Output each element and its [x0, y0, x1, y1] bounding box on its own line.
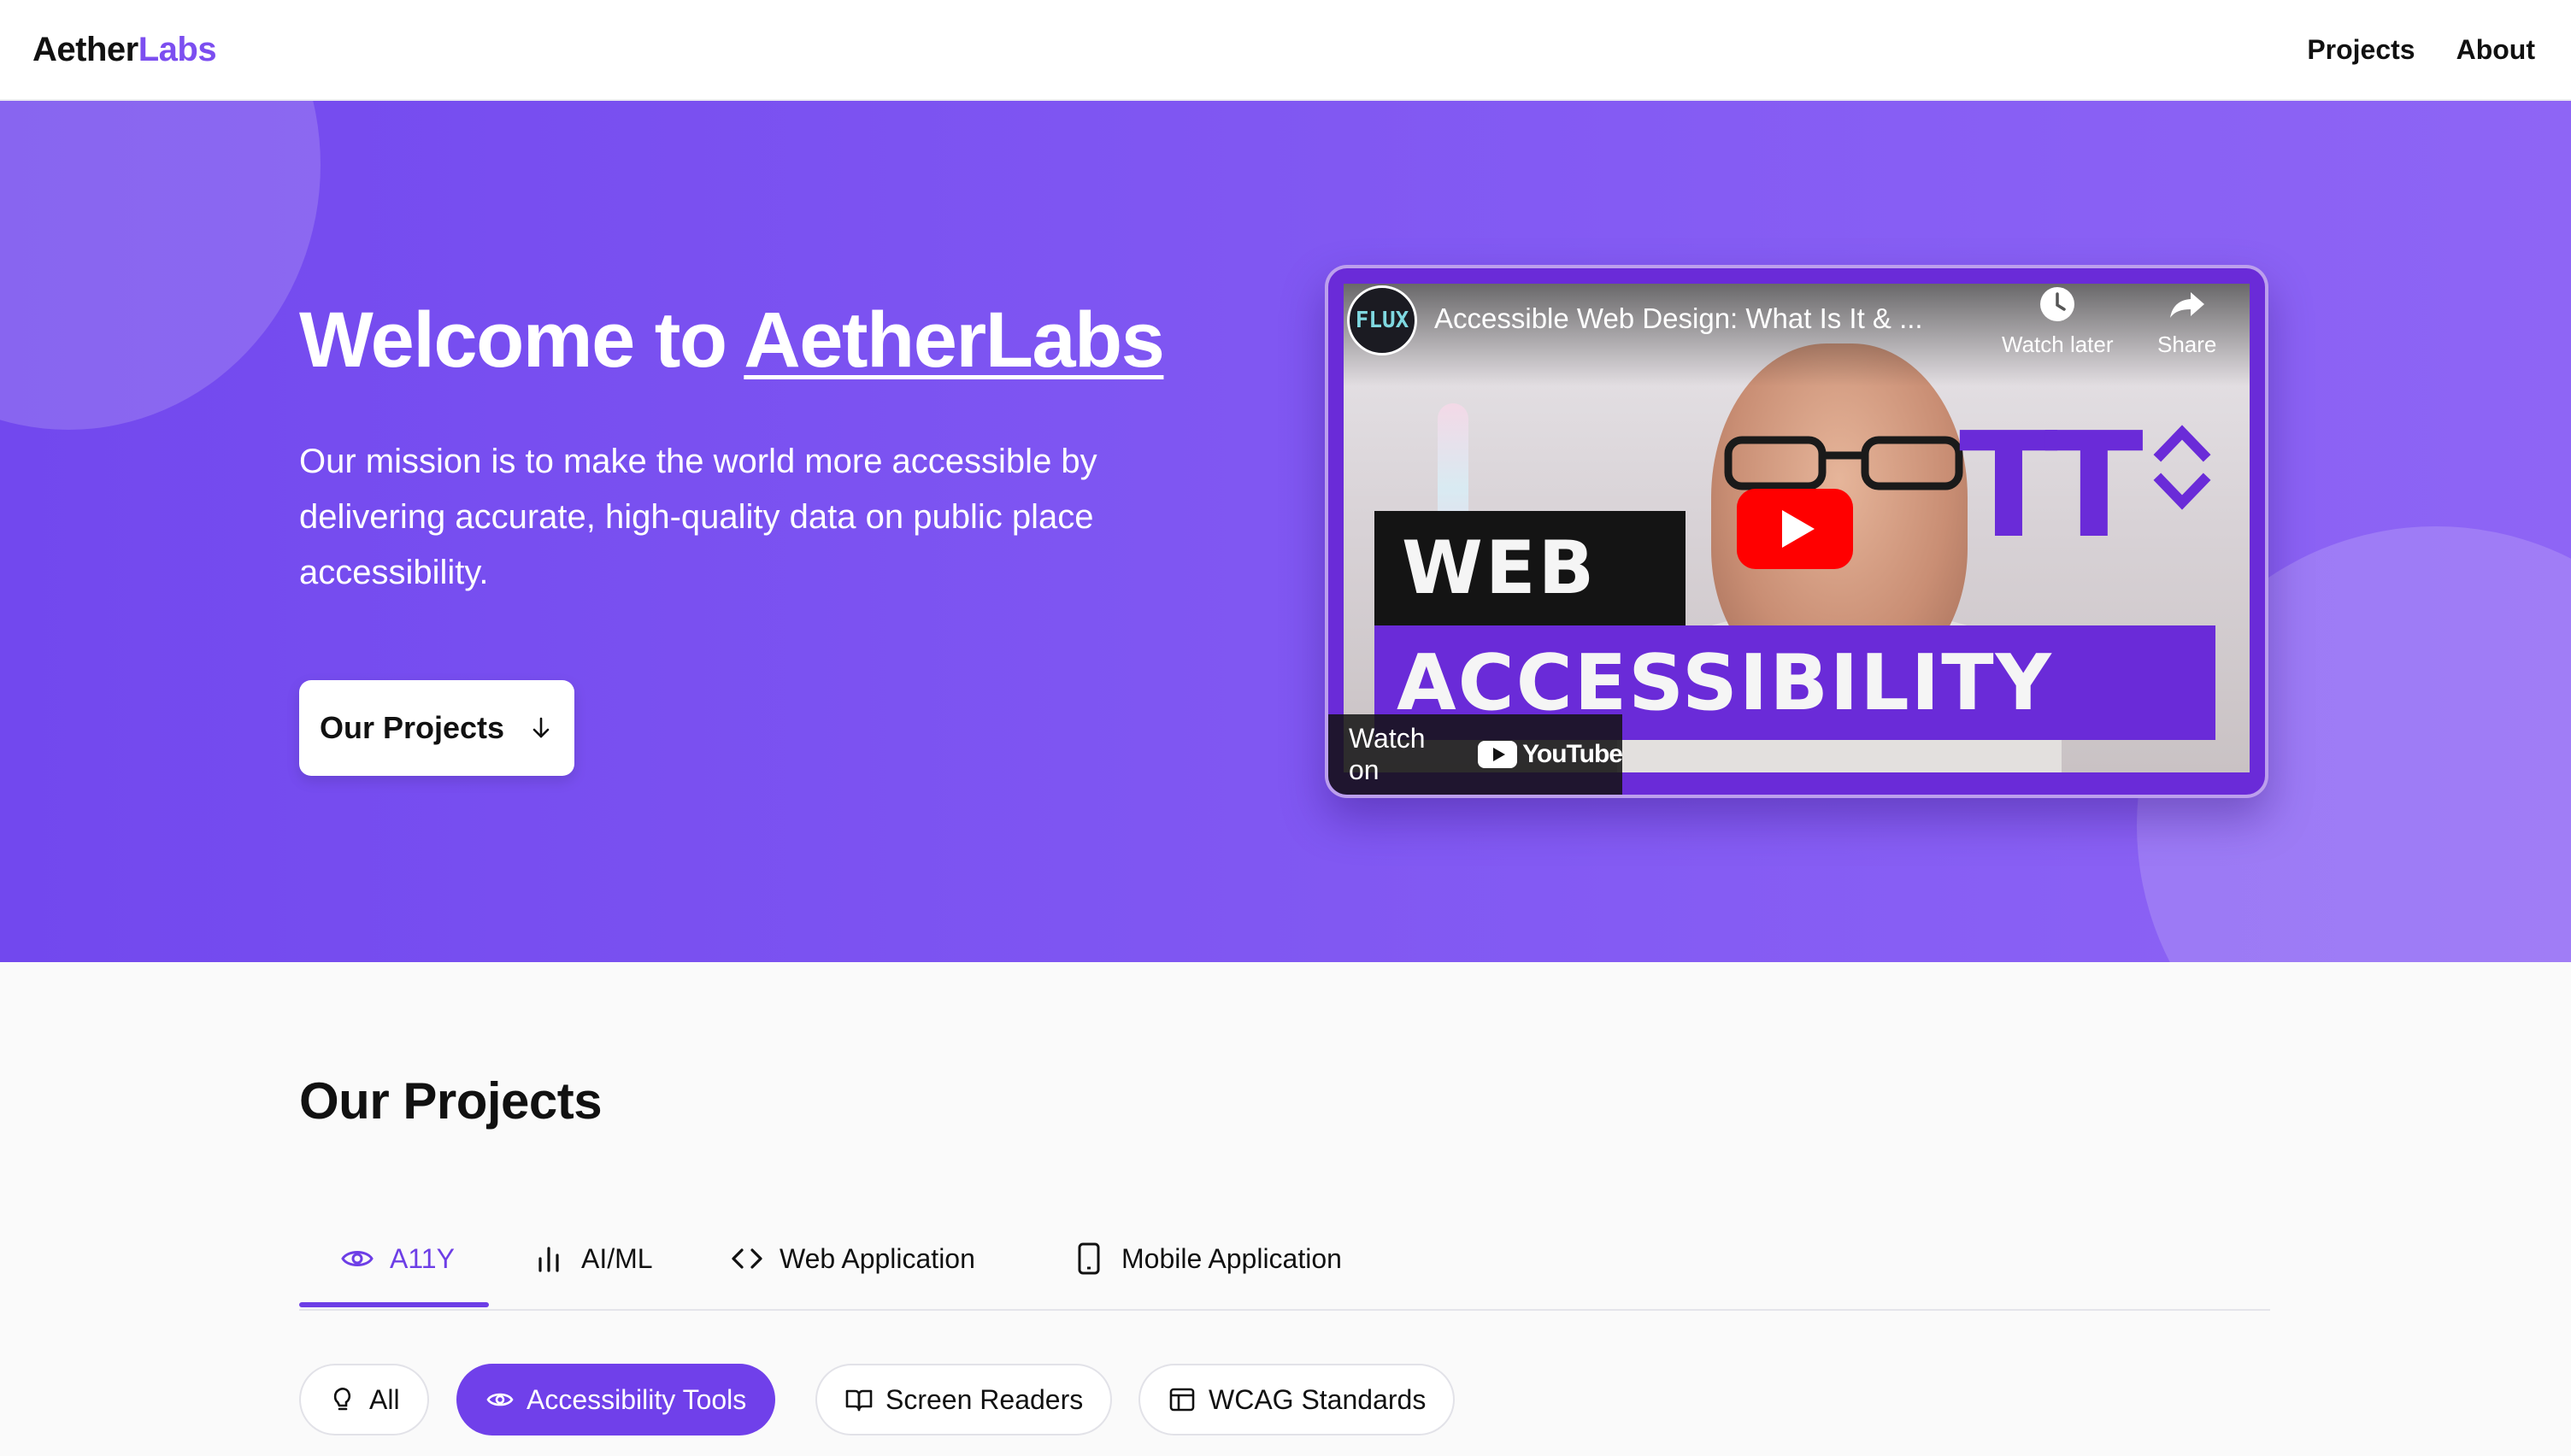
up-down-chevron-icon — [2153, 425, 2211, 510]
tab-web-application[interactable]: Web Application — [730, 1208, 975, 1309]
filter-label: Screen Readers — [885, 1383, 1084, 1415]
logo-text-labs: Labs — [138, 30, 217, 68]
watch-later-label: Watch later — [2002, 332, 2114, 357]
watch-later-button[interactable]: Watch later — [2002, 284, 2114, 358]
clock-icon — [2040, 287, 2075, 321]
tab-label: AI/ML — [581, 1242, 653, 1274]
filter-all[interactable]: All — [299, 1364, 429, 1435]
tab-label: Mobile Application — [1121, 1242, 1342, 1274]
nav-link-projects[interactable]: Projects — [2307, 34, 2415, 66]
our-projects-button[interactable]: Our Projects — [299, 680, 574, 776]
book-open-icon — [845, 1389, 873, 1412]
logo[interactable]: AetherLabs — [32, 30, 217, 69]
video-thumbnail[interactable]: TT WEB ACCESSIBILITY FLUX Accessible Web… — [1344, 284, 2250, 772]
bar-chart-icon — [538, 1247, 559, 1272]
share-button[interactable]: Share — [2157, 284, 2216, 358]
share-label: Share — [2157, 332, 2217, 357]
watch-on-label: Watch on — [1349, 723, 1426, 785]
layout-icon — [1169, 1388, 1195, 1412]
logo-text-aether: Aether — [32, 30, 138, 68]
eye-icon — [486, 1393, 514, 1406]
lightbulb-icon — [333, 1388, 351, 1411]
tt-letters: TT — [1959, 402, 2144, 571]
hero-description: Our mission is to make the world more ac… — [299, 443, 1097, 591]
top-header: AetherLabs Projects About — [0, 0, 2571, 101]
video-embed[interactable]: TT WEB ACCESSIBILITY FLUX Accessible Web… — [1325, 265, 2268, 798]
tab-a11y[interactable]: A11Y — [340, 1208, 455, 1309]
title-band-web: WEB — [1374, 511, 1686, 625]
tab-mobile-application[interactable]: Mobile Application — [1072, 1208, 1342, 1309]
video-top-overlay — [1344, 284, 2250, 386]
our-projects-button-label: Our Projects — [320, 710, 505, 745]
filter-label: All — [369, 1383, 400, 1415]
presenter-glasses — [1724, 436, 1963, 490]
tab-label: Web Application — [780, 1242, 975, 1274]
filter-label: WCAG Standards — [1209, 1383, 1427, 1415]
hero-title-prefix: Welcome to — [299, 296, 744, 384]
main-nav: Projects About — [2307, 34, 2535, 66]
project-tabs: A11Y AI/ML Web Application Mobile Applic… — [299, 1208, 2270, 1311]
youtube-wordmark: YouTube — [1522, 740, 1623, 768]
tab-label: A11Y — [390, 1242, 455, 1274]
video-title[interactable]: Accessible Web Design: What Is It & ... — [1434, 302, 1923, 335]
projects-heading: Our Projects — [299, 1072, 603, 1130]
typography-tt-graphic: TT — [1959, 362, 2144, 567]
arrow-down-icon — [532, 717, 550, 738]
filter-label: Accessibility Tools — [527, 1383, 747, 1415]
hero-title: Welcome to AetherLabs — [299, 296, 1165, 385]
tab-ai-ml[interactable]: AI/ML — [532, 1208, 653, 1309]
code-icon — [732, 1248, 762, 1269]
watch-on-youtube-link[interactable]: Watch on YouTube — [1328, 714, 1623, 795]
smartphone-icon — [1078, 1242, 1100, 1275]
nav-link-about[interactable]: About — [2456, 34, 2535, 66]
share-icon — [2169, 292, 2204, 318]
channel-avatar[interactable]: FLUX — [1347, 285, 1417, 355]
hero-title-brand: AetherLabs — [744, 296, 1165, 384]
filter-wcag-standards[interactable]: WCAG Standards — [1138, 1364, 1456, 1435]
hero-section: Welcome to AetherLabs Our mission is to … — [0, 101, 2571, 962]
active-tab-indicator — [299, 1302, 489, 1307]
filter-screen-readers[interactable]: Screen Readers — [815, 1364, 1113, 1435]
youtube-logo: YouTube — [1478, 740, 1623, 769]
play-button[interactable] — [1737, 489, 1853, 569]
decorative-circle — [0, 101, 321, 430]
youtube-play-icon — [1478, 741, 1518, 768]
eye-icon — [341, 1251, 374, 1266]
filter-accessibility-tools[interactable]: Accessibility Tools — [456, 1364, 776, 1435]
